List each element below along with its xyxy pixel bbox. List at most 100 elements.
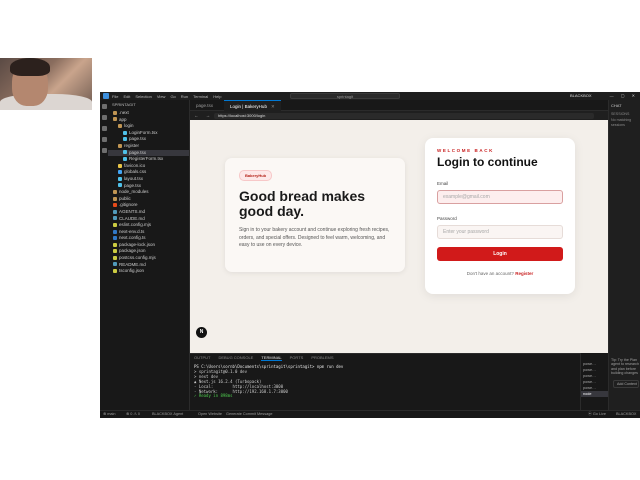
- hero-description: Sign in to your bakery account and conti…: [239, 227, 390, 249]
- webcam-overlay: [0, 58, 92, 110]
- tree-item[interactable]: layout.tsx: [108, 176, 189, 183]
- menu-help[interactable]: Help: [213, 94, 221, 99]
- tree-item[interactable]: next.config.ts: [108, 235, 189, 242]
- url-input[interactable]: https://localhost:3000/login: [214, 112, 594, 119]
- react-icon: [123, 130, 127, 135]
- menu-selection[interactable]: Selection: [135, 94, 151, 99]
- tree-item[interactable]: CLAUDE.md: [108, 216, 189, 223]
- tree-item[interactable]: favicon.ico: [108, 163, 189, 170]
- commit-message-status[interactable]: Generate Commit Message: [226, 411, 272, 418]
- tree-item[interactable]: login: [108, 123, 189, 130]
- terminal-output[interactable]: PS C:\Users\sornb\Documents\sprintagit\s…: [190, 361, 580, 403]
- blackbox-button[interactable]: BLACKBOX: [570, 93, 592, 98]
- tree-item[interactable]: package.json: [108, 248, 189, 255]
- panel-tab-terminal[interactable]: TERMINAL: [261, 355, 282, 361]
- react-icon: [118, 183, 122, 188]
- tree-item[interactable]: AGENTS.md: [108, 209, 189, 216]
- extensions-icon[interactable]: [101, 148, 107, 153]
- tree-item-label: register: [124, 142, 140, 148]
- menu-terminal[interactable]: Terminal: [193, 94, 208, 99]
- title-bar: File Edit Selection View Go Run Terminal…: [100, 92, 640, 100]
- folder-icon: [113, 110, 117, 115]
- explorer-icon[interactable]: [101, 104, 107, 109]
- tree-item[interactable]: page.tsx: [108, 149, 189, 157]
- panel-tab-ports[interactable]: PORTS: [290, 355, 304, 360]
- tree-item[interactable]: .next: [108, 110, 189, 117]
- tree-item[interactable]: eslint.config.mjs: [108, 222, 189, 229]
- email-field[interactable]: example@gmail.com: [437, 190, 563, 204]
- tree-item-label: LoginForm.tsx: [129, 129, 158, 135]
- tree-item[interactable]: node_modules: [108, 189, 189, 196]
- menu-view[interactable]: View: [157, 94, 166, 99]
- menu-file[interactable]: File: [112, 94, 118, 99]
- tab-page-tsx[interactable]: page.tsx: [190, 100, 219, 111]
- react-icon: [123, 150, 127, 155]
- email-label: Email: [437, 181, 449, 186]
- editor-tabs: page.tsx Login | BakeryHub ✕: [190, 100, 608, 111]
- tree-item[interactable]: public: [108, 196, 189, 203]
- tree-item-label: RegisterForm.tsx: [129, 156, 164, 162]
- tree-item[interactable]: package-lock.json: [108, 242, 189, 249]
- tree-item[interactable]: page.tsx: [108, 136, 189, 143]
- tree-item[interactable]: README.md: [108, 262, 189, 269]
- git-icon: [113, 203, 117, 208]
- folder-icon: [118, 143, 122, 148]
- brand-badge: BakeryHub: [239, 170, 273, 181]
- run-debug-icon[interactable]: [101, 137, 107, 142]
- problems-status[interactable]: ⊗ 0 ⚠ 0: [126, 411, 140, 418]
- command-center-search[interactable]: sprintagit: [290, 93, 400, 99]
- tab-login-bakeryhub[interactable]: Login | BakeryHub ✕: [224, 100, 281, 111]
- explorer-header: SPRINTAGIT: [112, 102, 136, 107]
- css-icon: [118, 170, 122, 175]
- tree-item[interactable]: .gitignore: [108, 202, 189, 209]
- tree-item-label: app: [119, 116, 127, 122]
- menu-go[interactable]: Go: [170, 94, 175, 99]
- login-button[interactable]: Login: [437, 247, 563, 261]
- branch-status[interactable]: ⊗ main: [103, 411, 115, 418]
- react-icon: [118, 176, 122, 181]
- status-bar: ⊗ main ⊗ 0 ⚠ 0 BLACKBOX Agent Open Websi…: [100, 410, 640, 418]
- menu-edit[interactable]: Edit: [123, 94, 130, 99]
- blackbox-agent-status[interactable]: BLACKBOX Agent: [152, 411, 183, 418]
- tree-item[interactable]: page.tsx: [108, 183, 189, 190]
- folder-icon: [118, 124, 122, 128]
- tree-item[interactable]: globals.css: [108, 169, 189, 176]
- tree-item-label: next-env.d.ts: [119, 228, 145, 234]
- terminal-instance[interactable]: node: [581, 391, 608, 397]
- panel-tab-problems[interactable]: PROBLEMS: [311, 355, 333, 360]
- tree-item[interactable]: tsconfig.json: [108, 268, 189, 275]
- webcam-person-hair: [10, 58, 50, 76]
- activity-bar: [100, 100, 108, 410]
- panel-tab-debug-console[interactable]: DEBUG CONSOLE: [218, 355, 253, 360]
- js-icon: [113, 255, 117, 260]
- add-context-button[interactable]: Add Context: [613, 380, 639, 388]
- tree-item-label: page.tsx: [124, 182, 142, 188]
- tree-item[interactable]: next-env.d.ts: [108, 229, 189, 236]
- tree-item[interactable]: RegisterForm.tsx: [108, 156, 189, 163]
- close-icon[interactable]: ✕: [271, 104, 275, 109]
- search-icon[interactable]: [101, 115, 107, 120]
- tree-item-label: eslint.config.mjs: [119, 222, 152, 228]
- tree-item[interactable]: app: [108, 117, 189, 124]
- login-eyebrow: WELCOME BACK: [437, 148, 494, 153]
- nextjs-dev-indicator-icon[interactable]: N: [196, 327, 207, 338]
- tree-item-label: page.tsx: [129, 149, 147, 155]
- menu-run[interactable]: Run: [181, 94, 188, 99]
- window-controls[interactable]: — ▢ ✕: [610, 93, 638, 98]
- go-live-status[interactable]: ⦿ Go Live: [588, 411, 606, 418]
- panel-tab-output[interactable]: OUTPUT: [194, 355, 210, 360]
- blackbox-status[interactable]: BLACKBOX: [616, 411, 636, 418]
- chat-panel: CHAT SESSIONS No matching sessions Tip: …: [608, 100, 640, 410]
- tree-item[interactable]: postcss.config.mjs: [108, 255, 189, 262]
- source-control-icon[interactable]: [101, 126, 107, 131]
- tree-item[interactable]: LoginForm.tsx: [108, 130, 189, 137]
- hero-card: BakeryHub Good bread makes good day. Sig…: [225, 158, 405, 272]
- password-field[interactable]: Enter your password: [437, 225, 563, 239]
- register-link[interactable]: Register: [515, 271, 533, 276]
- tree-item-label: page.tsx: [129, 136, 147, 142]
- password-label: Password: [437, 216, 457, 221]
- tree-item-label: package-lock.json: [119, 241, 156, 247]
- js-icon: [113, 222, 117, 227]
- open-website-status[interactable]: Open Website: [198, 411, 222, 418]
- tree-item[interactable]: register: [108, 143, 189, 150]
